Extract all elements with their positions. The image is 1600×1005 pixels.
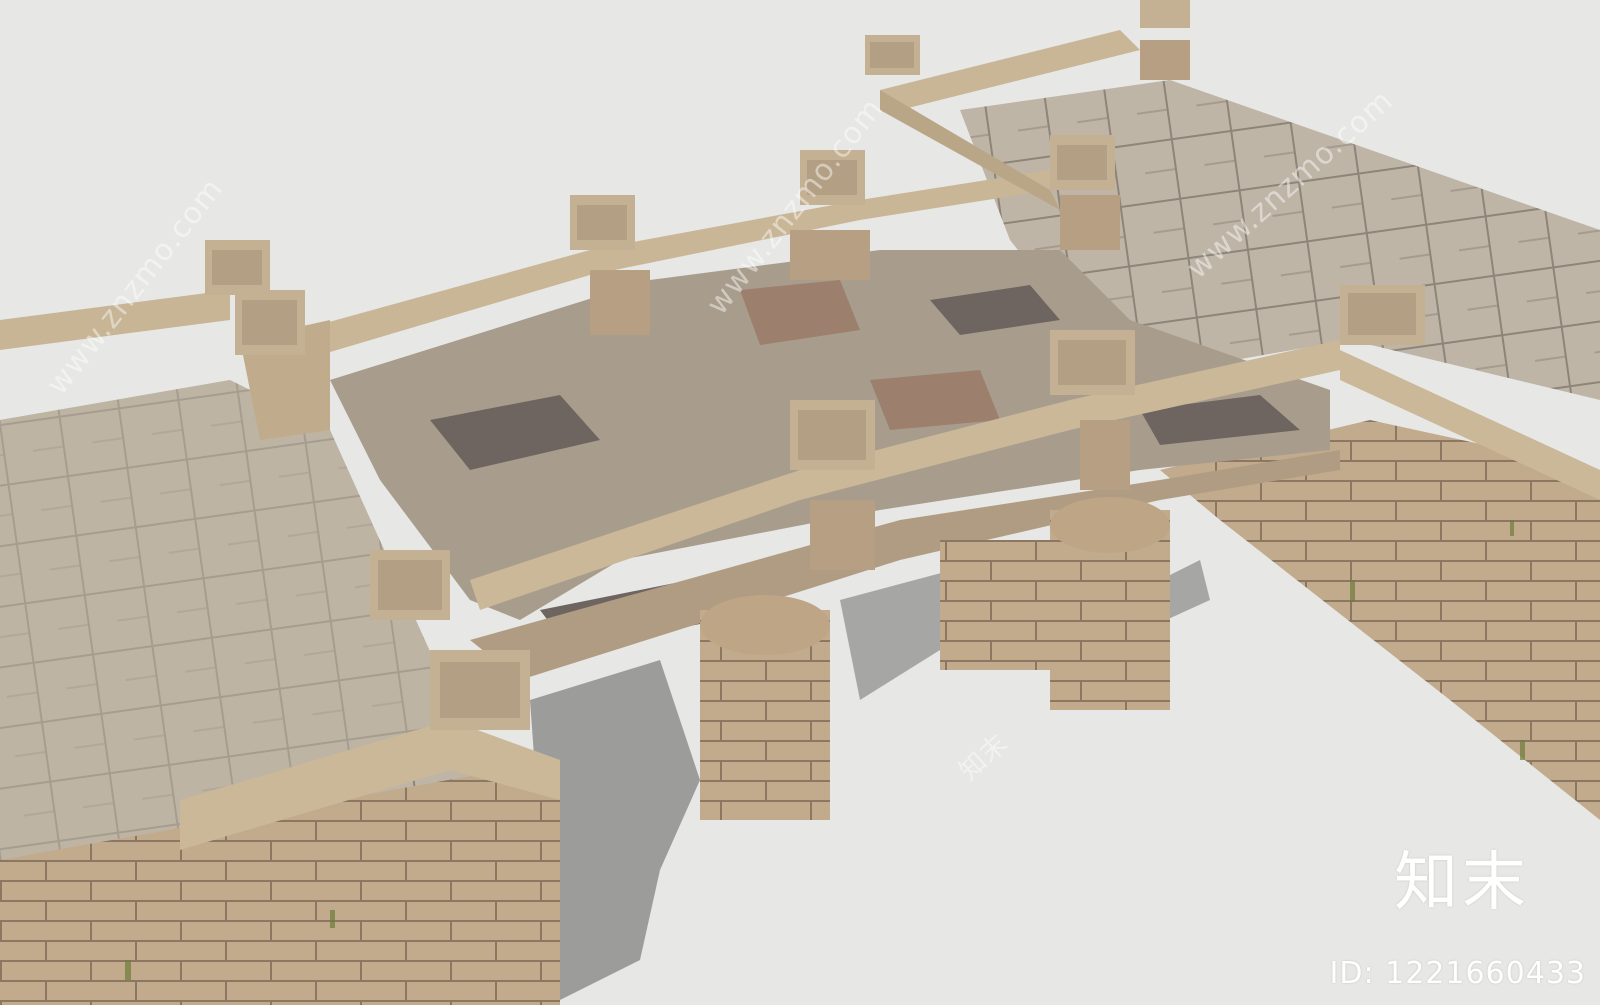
watermark-image-id: ID: 1221660433 [1329,956,1586,991]
render-viewport: www.znzmo.com www.znzmo.com www.znzmo.co… [0,0,1600,1005]
watermark-brand-logo: 知末 [1394,846,1530,920]
stone-bridge-render [0,0,1600,1005]
